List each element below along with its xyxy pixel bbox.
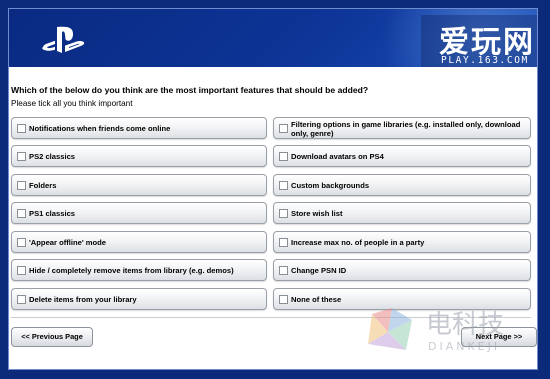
option-change-psn-id[interactable]: Change PSN ID: [273, 259, 531, 281]
checkbox[interactable]: [279, 181, 288, 190]
option-ps2-classics[interactable]: PS2 classics: [11, 145, 267, 167]
survey-question: Which of the below do you think are the …: [11, 85, 369, 95]
checkbox[interactable]: [17, 238, 26, 247]
checkbox[interactable]: [17, 209, 26, 218]
option-label: Hide / completely remove items from libr…: [29, 266, 234, 275]
checkbox[interactable]: [17, 295, 26, 304]
checkbox[interactable]: [279, 266, 288, 275]
option-label: Download avatars on PS4: [291, 152, 384, 161]
checkbox[interactable]: [17, 181, 26, 190]
option-label: Filtering options in game libraries (e.g…: [291, 120, 521, 138]
survey-window: 爱玩网 PLAY.163.COM Which of the below do y…: [8, 8, 538, 370]
option-none-of-these[interactable]: None of these: [273, 288, 531, 310]
playstation-logo-icon: [42, 26, 85, 53]
checkbox[interactable]: [17, 266, 26, 275]
option-increase-party-size[interactable]: Increase max no. of people in a party: [273, 231, 531, 253]
option-download-avatars[interactable]: Download avatars on PS4: [273, 145, 531, 167]
checkbox[interactable]: [279, 152, 288, 161]
divider: [11, 317, 531, 318]
option-label: Increase max no. of people in a party: [291, 238, 425, 247]
next-page-button[interactable]: Next Page >>: [461, 327, 537, 347]
option-custom-backgrounds[interactable]: Custom backgrounds: [273, 174, 531, 196]
option-delete-items[interactable]: Delete items from your library: [11, 288, 267, 310]
option-ps1-classics[interactable]: PS1 classics: [11, 202, 267, 224]
option-label: Change PSN ID: [291, 266, 347, 275]
option-label: Folders: [29, 181, 57, 190]
checkbox[interactable]: [17, 152, 26, 161]
checkbox[interactable]: [17, 124, 26, 133]
option-notifications-friends-online[interactable]: Notifications when friends come online: [11, 117, 267, 139]
option-appear-offline-mode[interactable]: 'Appear offline' mode: [11, 231, 267, 253]
option-folders[interactable]: Folders: [11, 174, 267, 196]
watermark-top-url: PLAY.163.COM: [441, 55, 529, 66]
option-label: Notifications when friends come online: [29, 124, 171, 133]
checkbox[interactable]: [279, 209, 288, 218]
option-label: PS2 classics: [29, 152, 76, 161]
option-store-wish-list[interactable]: Store wish list: [273, 202, 531, 224]
option-label: Custom backgrounds: [291, 181, 370, 190]
option-label: Delete items from your library: [29, 295, 137, 304]
option-hide-remove-items[interactable]: Hide / completely remove items from libr…: [11, 259, 267, 281]
checkbox[interactable]: [279, 238, 288, 247]
play163-watermark: 爱玩网 PLAY.163.COM: [421, 15, 537, 67]
option-label: PS1 classics: [29, 209, 76, 218]
option-label: Store wish list: [291, 209, 343, 218]
previous-page-button[interactable]: << Previous Page: [11, 327, 93, 347]
option-label: 'Appear offline' mode: [29, 238, 107, 247]
checkbox[interactable]: [279, 295, 288, 304]
survey-instruction: Please tick all you think important: [11, 99, 133, 108]
checkbox[interactable]: [279, 124, 288, 133]
option-label: None of these: [291, 295, 342, 304]
option-filtering-game-libraries[interactable]: Filtering options in game libraries (e.g…: [273, 117, 531, 139]
